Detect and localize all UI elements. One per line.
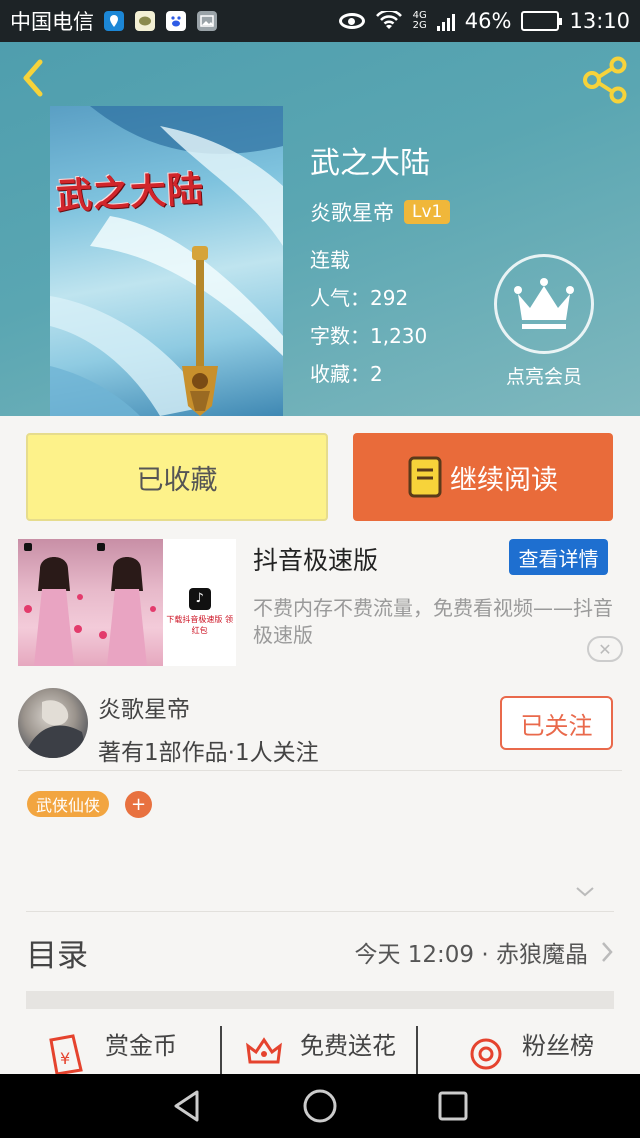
book-header: 武之大陆 武之大陆 炎歌星帝 Lv1 连载 人气：292 字数：1,230 收藏…: [0, 42, 640, 416]
cover-title: 武之大陆: [55, 168, 206, 218]
ad-thumb-1: [18, 539, 91, 666]
nav-recents-button[interactable]: [433, 1086, 473, 1126]
crown-icon: [514, 278, 574, 329]
word-count-stat: 字数：1,230: [310, 324, 428, 348]
ad-detail-button[interactable]: 查看详情: [509, 539, 608, 575]
eye-icon: [338, 13, 365, 29]
share-icon: [583, 56, 627, 104]
follow-button[interactable]: 已关注: [500, 696, 613, 750]
fan-ranking-label: 粉丝榜: [522, 1032, 594, 1060]
send-flower-label: 免费送花: [300, 1032, 396, 1060]
genre-tag[interactable]: 武侠仙侠: [27, 791, 110, 817]
light-member-button[interactable]: 点亮会员: [494, 254, 594, 389]
square-recents-icon: [438, 1091, 468, 1121]
triangle-back-icon: [174, 1090, 199, 1122]
add-tag-button[interactable]: +: [125, 791, 152, 818]
divider: [18, 770, 622, 771]
author-avatar[interactable]: [18, 688, 88, 758]
send-flower-button[interactable]: 免费送花: [222, 1026, 416, 1074]
ad-thumb-text: 下载抖音极速版 领红包: [166, 614, 233, 635]
level-badge: Lv1: [404, 200, 451, 224]
ad-close-button[interactable]: ✕: [587, 636, 623, 662]
status-bar: 中国电信 4G 2G 46% 13:10: [0, 0, 640, 42]
ad-description: 不费内存不费流量，免费看视频——抖音极速版: [253, 596, 613, 647]
back-arrow-icon: [23, 59, 43, 97]
battery-percent: 46%: [464, 9, 512, 33]
wifi-icon: [375, 11, 402, 29]
tiktok-icon: ♪: [188, 587, 211, 610]
ad-title[interactable]: 抖音极速版: [253, 541, 378, 577]
chevron-right-icon: [602, 942, 613, 962]
collected-button[interactable]: 已收藏: [26, 433, 328, 521]
signal-icon: [436, 11, 455, 31]
ad-thumb-3: ♪ 下载抖音极速版 领红包: [163, 539, 237, 666]
nav-home-button[interactable]: [300, 1086, 340, 1126]
latest-chapter: 今天 12:09 · 赤狼魔晶: [354, 942, 588, 968]
member-label: 点亮会员: [505, 366, 582, 388]
back-button[interactable]: [14, 56, 54, 100]
flower-icon: [246, 1037, 282, 1064]
battery-icon: [521, 11, 563, 31]
carrier-label: 中国电信: [10, 10, 94, 34]
reward-coins-button[interactable]: ¥ 赏金币: [0, 1026, 220, 1074]
author-card-stats: 著有1部作品·1人关注: [98, 740, 319, 766]
member-badge: [494, 254, 594, 354]
clock: 13:10: [569, 9, 630, 33]
network-2g: 2G: [412, 20, 427, 31]
book-icon: [408, 456, 442, 498]
svg-text:¥: ¥: [60, 1049, 70, 1068]
book-title: 武之大陆: [310, 146, 430, 181]
location-icon: [104, 11, 124, 31]
serial-status: 连载: [310, 248, 350, 272]
baidu-icon: [166, 11, 186, 31]
ad-image[interactable]: ♪ 下载抖音极速版 领红包: [18, 539, 237, 666]
wechat-icon: [135, 11, 155, 31]
author-row[interactable]: 炎歌星帝 Lv1: [310, 197, 451, 227]
toc-label: 目录: [26, 937, 88, 974]
network-type: 4G 2G: [413, 11, 427, 31]
favorites-stat: 收藏：2: [310, 362, 383, 386]
continue-reading-label: 继续阅读: [450, 464, 558, 496]
share-button[interactable]: [580, 56, 630, 104]
red-envelope-icon: ¥: [49, 1034, 83, 1074]
author-name[interactable]: 炎歌星帝: [310, 197, 394, 227]
book-cover[interactable]: 武之大陆: [50, 106, 283, 416]
fan-ranking-button[interactable]: 粉丝榜: [418, 1026, 640, 1074]
table-of-contents-row[interactable]: 目录 今天 12:09 · 赤狼魔晶: [26, 912, 614, 992]
close-icon: ✕: [598, 639, 612, 659]
cover-art: [50, 106, 283, 416]
medal-icon: [470, 1038, 502, 1070]
nav-back-button[interactable]: [167, 1086, 207, 1126]
popularity-stat: 人气：292: [310, 286, 409, 310]
section-separator: [26, 991, 614, 1009]
circle-home-icon: [303, 1089, 337, 1123]
continue-reading-button[interactable]: 继续阅读: [353, 433, 613, 521]
gallery-icon: [197, 11, 217, 31]
author-card-name[interactable]: 炎歌星帝: [98, 690, 190, 724]
bottom-actions: ¥ 赏金币 免费送花 粉丝榜: [0, 1026, 640, 1074]
reward-coins-label: 赏金币: [105, 1032, 177, 1060]
chevron-down-icon[interactable]: [574, 880, 596, 902]
ad-thumb-2: [90, 539, 164, 666]
system-nav-bar: [0, 1074, 640, 1138]
